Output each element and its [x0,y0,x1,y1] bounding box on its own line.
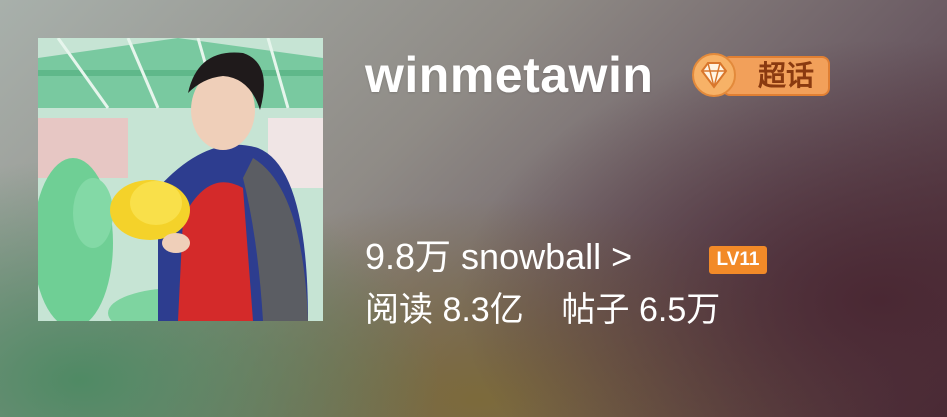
topic-title: winmetawin [365,47,654,103]
level-badge: LV11 [709,246,767,274]
badge-label: 超话 [758,60,815,91]
reads-count: 阅读 8.3亿 [365,291,524,329]
followers-link[interactable]: 9.8万 snowball > [365,235,632,279]
badge-tag: 超话 [722,56,830,96]
diamond-icon [692,53,736,97]
posts-count: 帖子 6.5万 [561,291,721,329]
topic-cover-image[interactable] [38,38,323,321]
super-topic-badge[interactable]: 超话 [692,53,832,97]
topic-stats: 阅读 8.3亿 帖子 6.5万 [365,288,720,332]
